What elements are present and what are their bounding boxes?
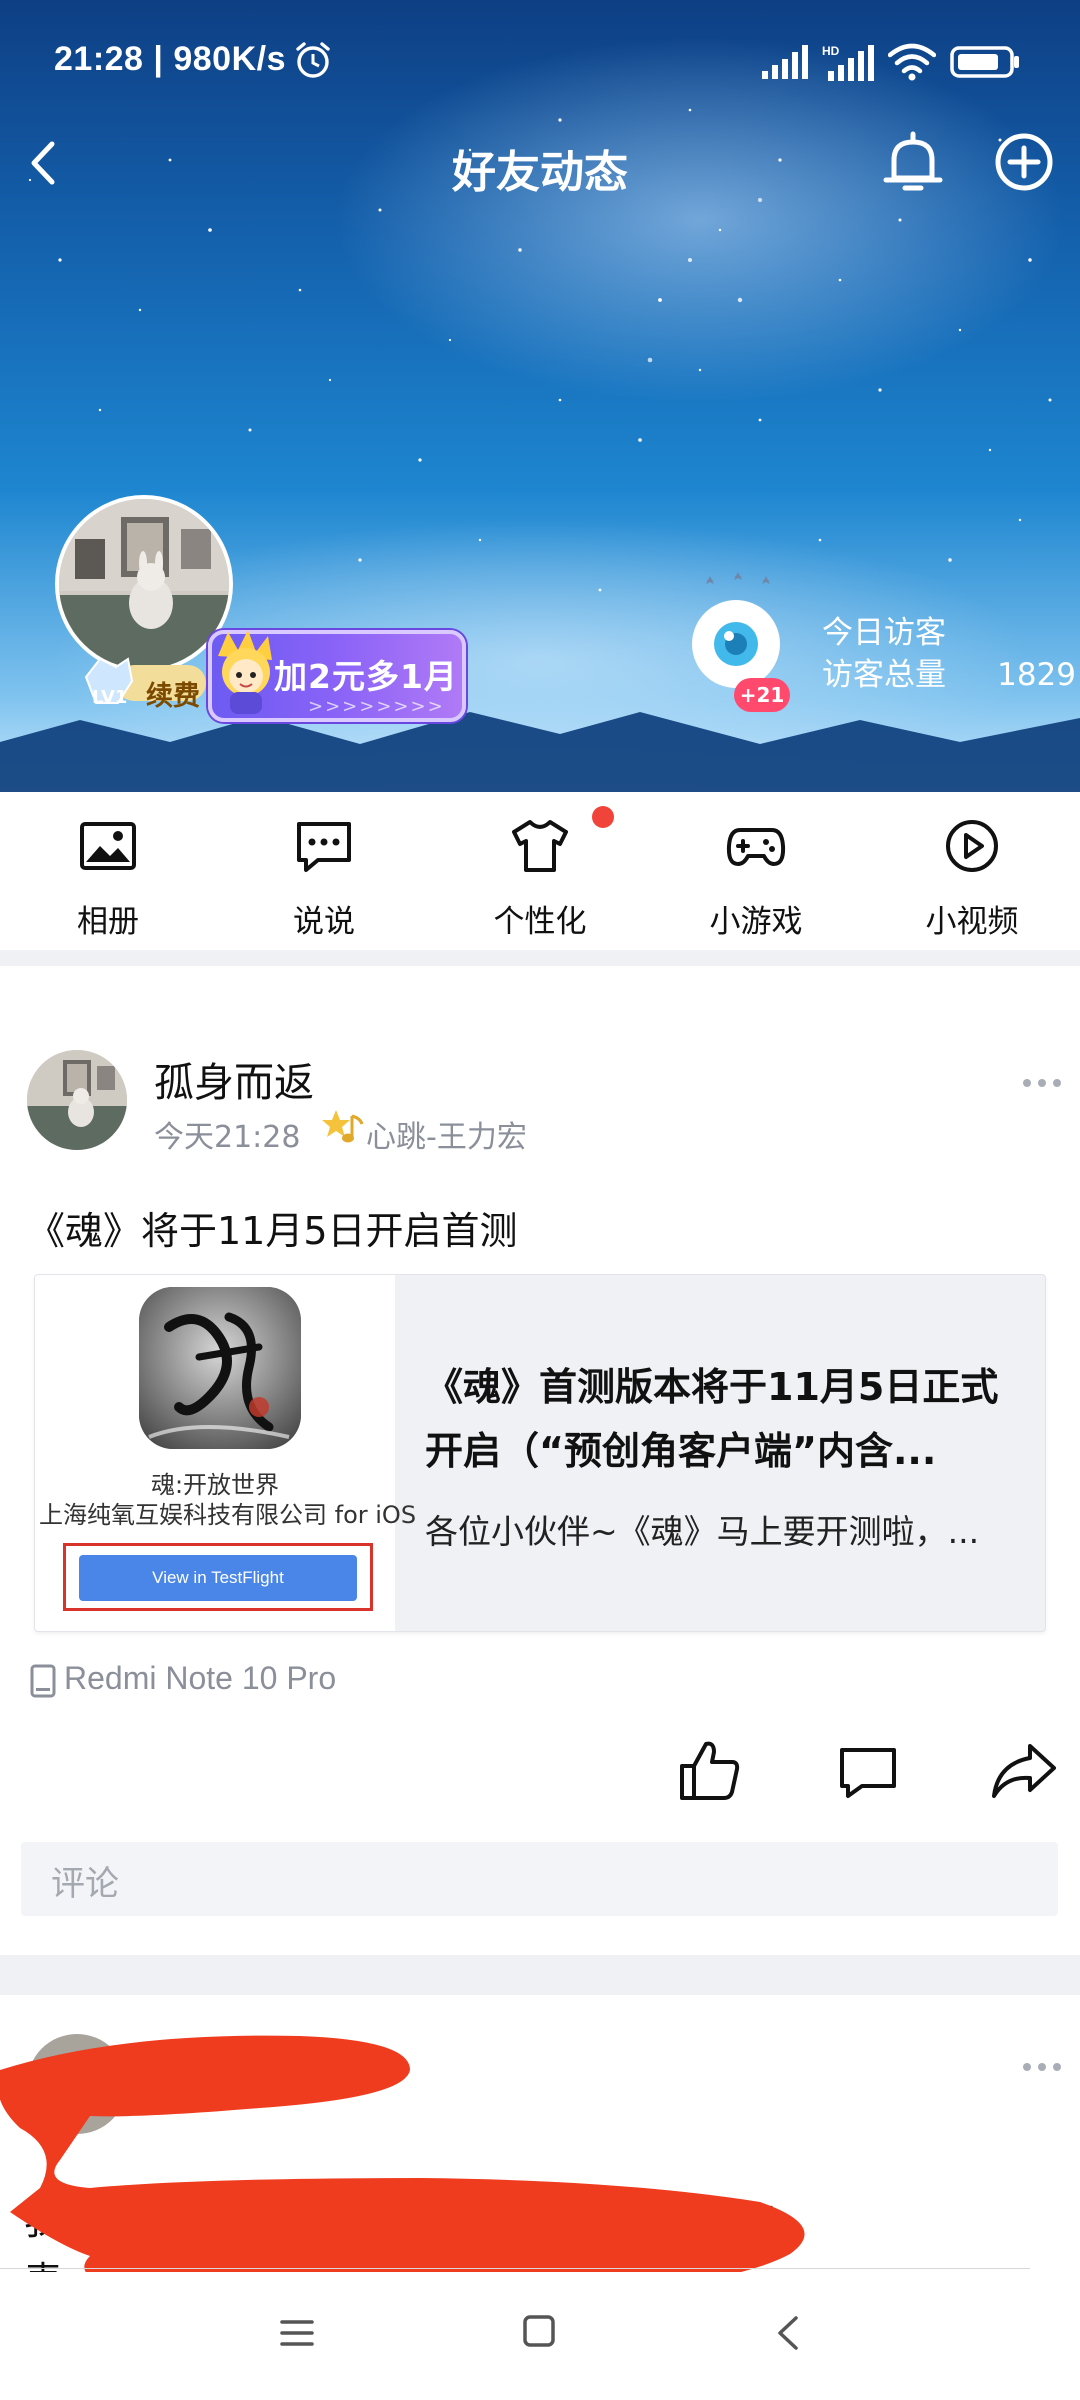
vip-promo-arrows: >>>>>>>> xyxy=(308,696,445,717)
visitor-today-value: 0 xyxy=(972,612,1080,654)
post-author-name[interactable]: 孤身而返 xyxy=(154,1050,314,1108)
battery-icon xyxy=(950,46,1019,78)
visitor-today-label: 今日访客 xyxy=(822,615,946,651)
play-circle-icon xyxy=(946,820,998,872)
section-divider xyxy=(0,950,1080,966)
quick-menu: 相册 说说 个性化 小游戏 小视频 xyxy=(0,792,1080,950)
hd-signal-icon: HD xyxy=(822,44,874,81)
comment-input[interactable]: 评论 xyxy=(21,1842,1058,1916)
vip-promo-banner[interactable]: 加2元多1月 >>>>>>>> xyxy=(208,630,466,722)
alarm-icon xyxy=(296,42,330,78)
menu-item-personalize[interactable]: 个性化 xyxy=(432,792,648,950)
back-arrow-icon[interactable] xyxy=(18,128,78,198)
avatar-photo xyxy=(59,499,229,669)
app-company: 上海纯氧互娱科技有限公司 for iOS xyxy=(39,1501,417,1529)
author-avatar-photo xyxy=(27,1050,127,1150)
link-description: 各位小伙伴~《魂》马上要开测啦，... xyxy=(425,1512,980,1551)
post-content: 《魂》将于11月5日开启首测 xyxy=(27,1209,518,1253)
status-time: 21:28 | 980K/s xyxy=(54,40,287,78)
profile-header: 21:28 | 980K/s HD 好友动态 LV1 续费 加2元多1月 >>>… xyxy=(0,0,1080,792)
post-timestamp: 今天21:28 xyxy=(154,1120,301,1155)
nav-divider xyxy=(0,2268,1030,2269)
home-icon[interactable] xyxy=(522,2314,556,2348)
soul-calligraphy-icon xyxy=(139,1287,301,1449)
system-navigation-bar xyxy=(0,2272,1080,2400)
post-divider xyxy=(0,1955,1080,1995)
link-title: 《魂》首测版本将于11月5日正式开启（“预创角客户端”内含... xyxy=(425,1365,999,1473)
recent-apps-icon[interactable] xyxy=(280,2316,314,2350)
more-options-icon[interactable] xyxy=(1020,1070,1064,1096)
link-thumbnail: 魂:开放世界 上海纯氧互娱科技有限公司 for iOS View in Test… xyxy=(35,1275,416,1631)
post2-text-fragment-right: 表帝 xyxy=(700,2199,777,2243)
menu-item-shortvideo[interactable]: 小视频 xyxy=(864,792,1080,950)
menu-label-minigame: 小游戏 xyxy=(709,904,803,940)
status-bar: 21:28 | 980K/s HD xyxy=(0,0,1080,120)
post-device: Redmi Note 10 Pro xyxy=(64,1660,337,1696)
visitor-total-row: 访客总量 1829 xyxy=(822,654,1080,696)
post2-text-fragment-left: 我 xyxy=(24,2199,63,2243)
comment-icon[interactable] xyxy=(836,1744,900,1800)
wifi-icon xyxy=(888,43,936,81)
gamepad-icon xyxy=(726,828,786,866)
menu-label-personalize: 个性化 xyxy=(493,904,587,940)
tshirt-icon xyxy=(512,820,568,872)
bell-icon[interactable] xyxy=(880,128,946,196)
visitor-new-badge: +21 xyxy=(734,678,790,712)
like-icon[interactable] xyxy=(678,1738,742,1802)
more-options-icon[interactable] xyxy=(1020,2054,1064,2080)
testflight-button: View in TestFlight xyxy=(79,1555,357,1601)
menu-item-shuoshuo[interactable]: 说说 xyxy=(216,792,432,950)
system-back-icon[interactable] xyxy=(774,2314,804,2352)
app-icon xyxy=(139,1287,301,1449)
vip-promo-text: 加2元多1月 xyxy=(274,657,458,696)
shared-link-card[interactable]: 魂:开放世界 上海纯氧互娱科技有限公司 for iOS View in Test… xyxy=(34,1274,1046,1632)
phone-device-icon xyxy=(30,1664,56,1698)
avatar[interactable] xyxy=(55,495,233,673)
post2-author-avatar[interactable] xyxy=(27,2034,127,2134)
visitor-today-row: 今日访客 0 xyxy=(822,612,1080,654)
visitor-stats[interactable]: 今日访客 0 访客总量 1829 xyxy=(822,612,1080,696)
vip-level-text: LV1 xyxy=(92,687,128,708)
menu-item-minigame[interactable]: 小游戏 xyxy=(648,792,864,950)
signal-icon xyxy=(762,45,808,79)
menu-label-shuoshuo: 说说 xyxy=(293,904,355,940)
page-title: 好友动态 xyxy=(452,147,628,198)
chat-bubble-icon xyxy=(297,822,351,872)
post-music[interactable]: 心跳-王力宏 xyxy=(366,1112,527,1156)
renew-label[interactable]: 续费 xyxy=(146,674,200,713)
plus-circle-icon[interactable] xyxy=(990,128,1058,196)
menu-label-album: 相册 xyxy=(77,904,139,940)
photo-album-icon xyxy=(80,822,136,870)
vip-mascot-icon xyxy=(218,630,272,714)
menu-item-album[interactable]: 相册 xyxy=(0,792,216,950)
visitor-total-label: 访客总量 xyxy=(822,657,946,693)
music-note-icon xyxy=(322,1110,364,1143)
post-author-avatar[interactable] xyxy=(27,1050,127,1150)
menu-label-shortvideo: 小视频 xyxy=(925,904,1019,940)
visitor-total-value: 1829 xyxy=(997,657,1076,693)
personalize-notification-dot xyxy=(592,806,614,828)
svg-text:HD: HD xyxy=(822,44,840,58)
comment-placeholder: 评论 xyxy=(51,1864,119,1904)
share-icon[interactable] xyxy=(990,1740,1058,1800)
